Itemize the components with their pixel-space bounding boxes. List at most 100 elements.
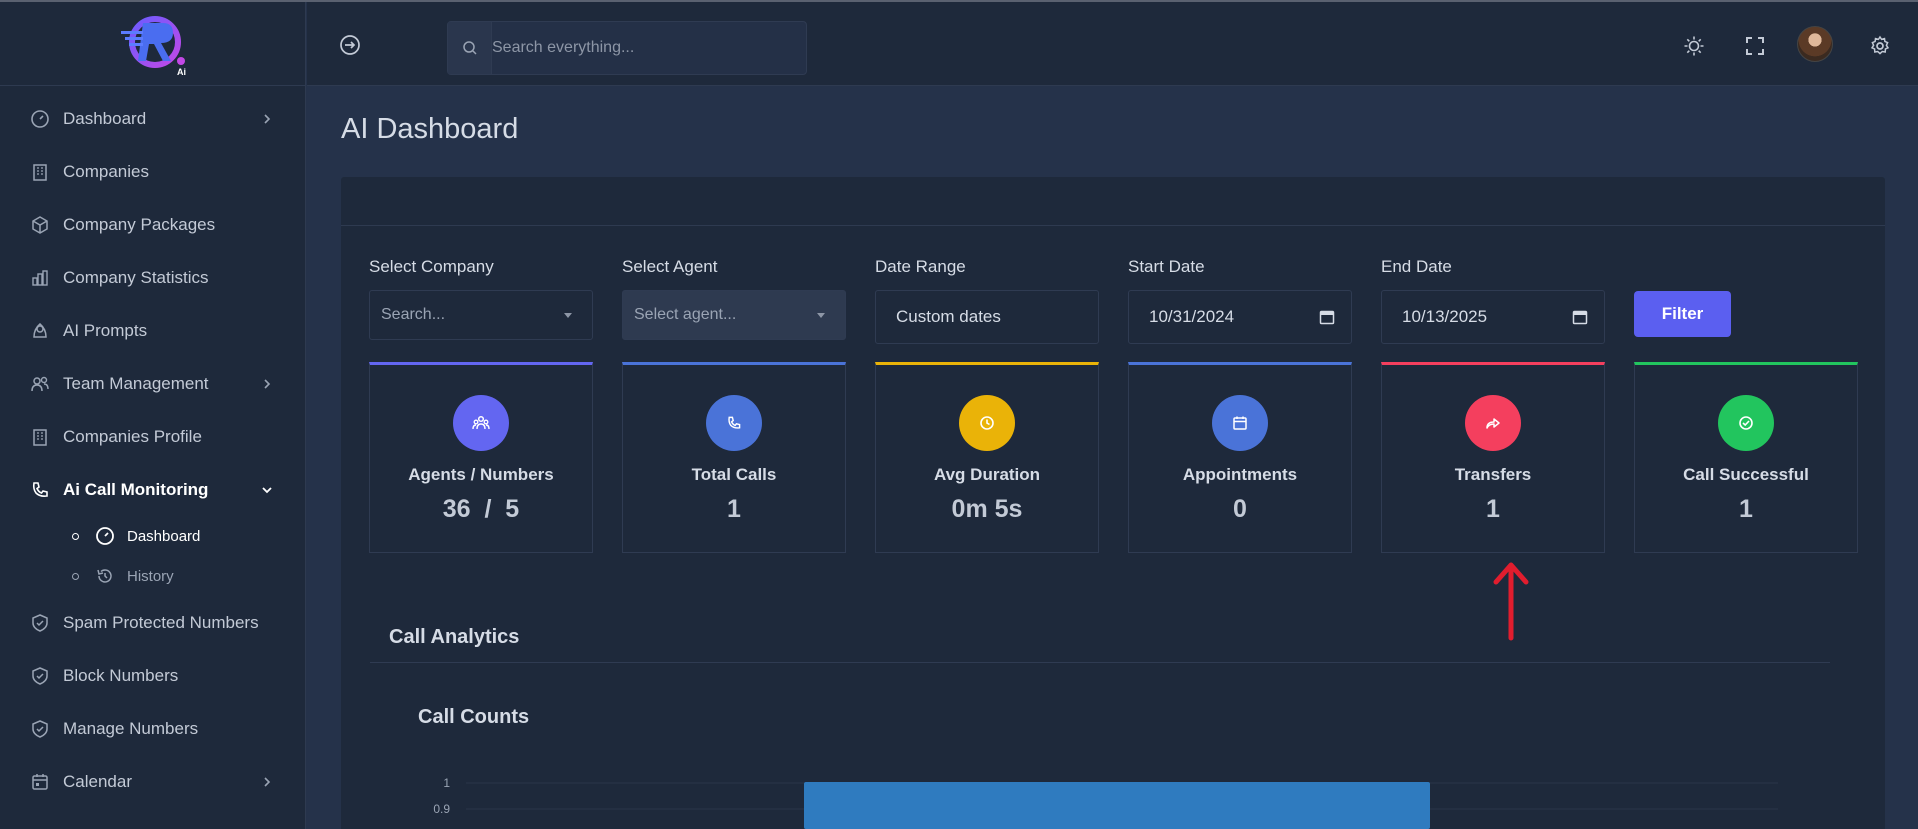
stat-card-call-successful: Call Successful 1: [1634, 362, 1858, 553]
sidebar-item-calendar[interactable]: Calendar: [0, 755, 305, 808]
clock-icon: [959, 395, 1015, 451]
sidebar-subitem-label: Dashboard: [127, 527, 201, 545]
y-tick-label: 1: [443, 776, 450, 790]
sidebar-toggle-icon[interactable]: [339, 34, 361, 56]
stat-card-avg-duration: Avg Duration 0m 5s: [875, 362, 1099, 553]
shield-check-icon: [30, 719, 50, 739]
caret-down-icon: [817, 313, 825, 318]
sidebar-item-companies[interactable]: Companies: [0, 145, 305, 198]
bullet-icon: [72, 532, 79, 540]
sidebar-item-label: Companies Profile: [63, 426, 202, 446]
end-date-value: 10/13/2025: [1402, 307, 1488, 326]
sidebar-item-team-management[interactable]: Team Management: [0, 357, 305, 410]
stat-value: 0m 5s: [951, 495, 1023, 523]
bar-chart-icon: [30, 268, 50, 288]
call-analytics-title: Call Analytics: [389, 626, 520, 648]
date-range-select[interactable]: Custom dates: [875, 290, 1099, 344]
logo-area[interactable]: Ai: [0, 2, 305, 86]
shield-check-icon: [30, 666, 50, 686]
sidebar-item-company-statistics[interactable]: Company Statistics: [0, 251, 305, 304]
start-date-input[interactable]: 10/31/2024: [1128, 290, 1352, 344]
sidebar-subitem-dashboard[interactable]: Dashboard: [0, 516, 305, 556]
chevron-right-icon: [264, 113, 271, 124]
sidebar: Ai Dashboard Companies Company Packages …: [0, 2, 306, 829]
sidebar-item-dashboard[interactable]: Dashboard: [0, 92, 305, 145]
end-date-input[interactable]: 10/13/2025: [1381, 290, 1605, 344]
stat-value: 36 / 5: [442, 495, 520, 523]
sidebar-item-label: Spam Protected Numbers: [63, 612, 259, 632]
chevron-right-icon: [264, 378, 271, 389]
phone-icon: [706, 395, 762, 451]
sidebar-item-label: Team Management: [63, 373, 209, 393]
stat-value: 1: [1486, 495, 1500, 523]
phone-icon: [30, 480, 50, 500]
history-icon: [95, 566, 115, 586]
shield-check-icon: [30, 613, 50, 633]
global-search[interactable]: [447, 21, 807, 75]
bullet-icon: [72, 572, 79, 580]
calendar-icon[interactable]: [1572, 309, 1588, 325]
calendar-icon[interactable]: [1319, 309, 1335, 325]
section-divider: [370, 662, 1830, 663]
sidebar-item-label: Calendar: [63, 771, 132, 791]
stat-label: Appointments: [1182, 465, 1298, 484]
stat-card-agents-numbers: Agents / Numbers 36 / 5: [369, 362, 593, 553]
sidebar-item-manage-numbers[interactable]: Manage Numbers: [0, 702, 305, 755]
select-company-label: Select Company: [369, 257, 494, 276]
fullscreen-icon[interactable]: [1744, 35, 1766, 57]
stat-label: Agents / Numbers: [408, 465, 554, 484]
card-header-divider: [341, 225, 1885, 226]
stat-value: 1: [1739, 495, 1753, 523]
sidebar-subitem-label: History: [127, 567, 174, 585]
agent-select-placeholder: Select agent...: [634, 306, 737, 323]
stat-label: Transfers: [1454, 465, 1532, 484]
package-icon: [30, 215, 50, 235]
end-date-label: End Date: [1381, 257, 1452, 276]
logo-badge: Ai: [177, 67, 186, 77]
date-range-label: Date Range: [875, 257, 966, 276]
sidebar-item-companies-profile[interactable]: Companies Profile: [0, 410, 305, 463]
filter-button[interactable]: Filter: [1634, 291, 1731, 337]
sidebar-item-label: Manage Numbers: [63, 718, 199, 738]
stat-label: Avg Duration: [933, 465, 1041, 484]
sidebar-item-ai-call-monitoring[interactable]: Ai Call Monitoring: [0, 463, 305, 516]
stat-label: Total Calls: [691, 465, 777, 484]
building-icon: [30, 162, 50, 182]
chevron-down-icon: [262, 486, 272, 493]
sun-icon[interactable]: [1683, 35, 1705, 57]
company-select[interactable]: Search...: [369, 290, 593, 340]
location-pin-icon: [30, 321, 50, 341]
avatar[interactable]: [1797, 26, 1833, 62]
annotation-arrow-icon: [1493, 562, 1529, 641]
sidebar-item-label: AI Prompts: [63, 320, 148, 340]
users-icon: [30, 374, 50, 394]
search-icon: [448, 22, 492, 74]
logo-icon: Ai: [120, 15, 186, 77]
forward-arrow-icon: [1465, 395, 1521, 451]
users-group-icon: [453, 395, 509, 451]
sidebar-item-spam-protected-numbers[interactable]: Spam Protected Numbers: [0, 596, 305, 649]
agent-select[interactable]: Select agent...: [622, 290, 846, 340]
gear-icon[interactable]: [1869, 35, 1891, 57]
calendar-icon: [30, 772, 50, 792]
caret-down-icon: [564, 313, 572, 318]
call-counts-chart: 10.9: [433, 776, 1778, 829]
start-date-label: Start Date: [1128, 257, 1205, 276]
sidebar-item-label: Block Numbers: [63, 665, 179, 685]
select-agent-label: Select Agent: [622, 257, 718, 276]
sidebar-item-label: Ai Call Monitoring: [63, 479, 209, 499]
sidebar-item-label: Company Statistics: [63, 267, 209, 287]
stat-label: Call Successful: [1683, 465, 1809, 484]
sidebar-item-label: Company Packages: [63, 214, 216, 234]
page-title: AI Dashboard: [341, 113, 519, 145]
search-input[interactable]: [492, 39, 792, 57]
sidebar-item-block-numbers[interactable]: Block Numbers: [0, 649, 305, 702]
chart-bar[interactable]: [804, 782, 1430, 829]
sidebar-item-company-packages[interactable]: Company Packages: [0, 198, 305, 251]
sidebar-subitem-history[interactable]: History: [0, 556, 305, 596]
gauge-icon: [95, 526, 115, 546]
sidebar-item-label: Companies: [63, 161, 149, 181]
check-circle-icon: [1718, 395, 1774, 451]
y-tick-label: 0.9: [433, 802, 450, 816]
sidebar-item-ai-prompts[interactable]: AI Prompts: [0, 304, 305, 357]
